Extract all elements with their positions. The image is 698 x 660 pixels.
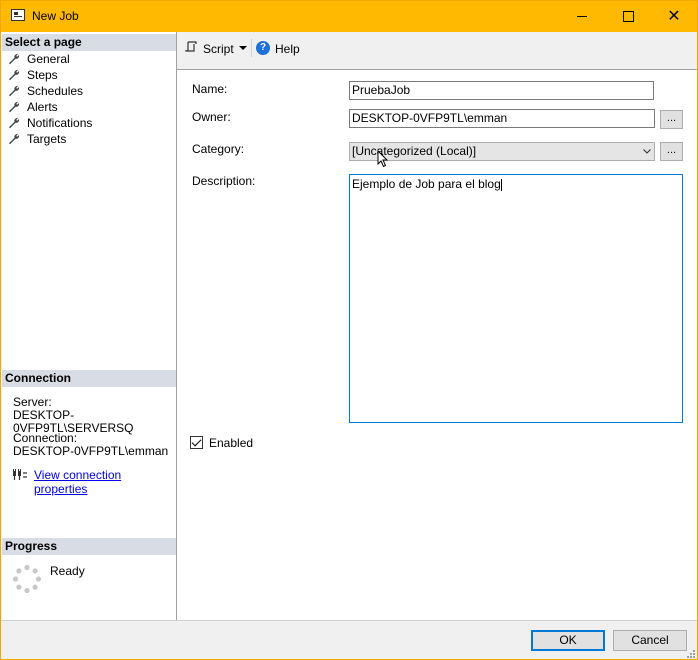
view-connection-properties-link[interactable]: View connection properties <box>34 468 176 496</box>
page-item-targets[interactable]: Targets <box>8 131 92 147</box>
page-item-general[interactable]: General <box>8 51 92 67</box>
description-textarea[interactable]: Ejemplo de Job para el blog <box>349 174 683 423</box>
wrench-icon <box>9 85 20 97</box>
title-bar[interactable]: New Job ✕ <box>1 1 697 32</box>
cancel-button[interactable]: Cancel <box>613 630 687 651</box>
category-label: Category: <box>192 142 245 156</box>
name-input[interactable]: PruebaJob <box>349 81 654 100</box>
page-item-label: Schedules <box>27 84 84 98</box>
script-button[interactable]: Script <box>203 42 234 56</box>
window-icon <box>11 9 25 21</box>
connection-header: Connection <box>2 370 176 387</box>
wrench-icon <box>9 69 20 81</box>
page-item-schedules[interactable]: Schedules <box>8 83 92 99</box>
maximize-button[interactable] <box>605 1 651 32</box>
page-item-steps[interactable]: Steps <box>8 67 92 83</box>
category-browse-button[interactable]: ... <box>660 142 683 161</box>
progress-status: Ready <box>50 564 85 578</box>
description-text: Ejemplo de Job para el blog <box>352 177 501 191</box>
progress-spinner-icon <box>12 564 42 594</box>
minimize-icon <box>577 16 587 17</box>
help-icon[interactable]: ? <box>256 41 270 55</box>
page-item-notifications[interactable]: Notifications <box>8 115 92 131</box>
page-item-label: Steps <box>27 68 58 82</box>
page-item-label: General <box>27 52 70 66</box>
mouse-cursor-icon <box>377 150 389 168</box>
script-icon <box>185 41 197 52</box>
owner-label: Owner: <box>192 110 231 124</box>
maximize-icon <box>622 11 634 22</box>
progress-header: Progress <box>2 538 176 555</box>
wrench-icon <box>9 117 20 129</box>
category-selected-value: [Uncategorized (Local)] <box>352 144 477 158</box>
connection-value: DESKTOP-0VFP9TL\emman <box>13 444 169 458</box>
enabled-label[interactable]: Enabled <box>209 436 253 450</box>
text-caret <box>500 178 502 191</box>
close-button[interactable]: ✕ <box>651 1 697 32</box>
minimize-button[interactable] <box>559 1 605 32</box>
wrench-icon <box>9 133 20 145</box>
owner-input[interactable]: DESKTOP-0VFP9TL\emman <box>349 109 655 128</box>
ok-button[interactable]: OK <box>531 630 605 651</box>
page-list: General Steps Schedules Alerts Notificat… <box>8 51 92 147</box>
close-icon: ✕ <box>667 7 681 25</box>
toolbar: Script ? Help <box>177 32 697 63</box>
window-title: New Job <box>32 9 79 23</box>
script-dropdown-icon[interactable] <box>239 46 247 50</box>
help-button[interactable]: Help <box>275 42 300 56</box>
general-page-form: Name: PruebaJob Owner: DESKTOP-0VFP9TL\e… <box>177 69 697 620</box>
name-label: Name: <box>192 82 228 96</box>
plug-icon <box>13 469 27 480</box>
owner-browse-button[interactable]: ... <box>660 110 683 129</box>
page-item-label: Notifications <box>27 116 93 130</box>
page-item-label: Targets <box>27 132 67 146</box>
select-page-header: Select a page <box>2 34 176 51</box>
page-item-label: Alerts <box>27 100 58 114</box>
toolbar-separator <box>251 39 252 57</box>
wrench-icon <box>9 53 20 65</box>
category-select[interactable]: [Uncategorized (Local)] <box>349 142 655 161</box>
footer-divider <box>1 620 697 621</box>
description-label: Description: <box>192 174 256 188</box>
wrench-icon <box>9 101 20 113</box>
resize-grip-icon[interactable] <box>684 647 696 659</box>
left-panel: Select a page General Steps Schedules Al… <box>2 32 177 620</box>
enabled-checkbox[interactable] <box>190 436 203 449</box>
new-job-window: New Job ✕ Select a page General Steps Sc… <box>0 0 698 660</box>
page-item-alerts[interactable]: Alerts <box>8 99 92 115</box>
chevron-down-icon <box>643 149 651 154</box>
